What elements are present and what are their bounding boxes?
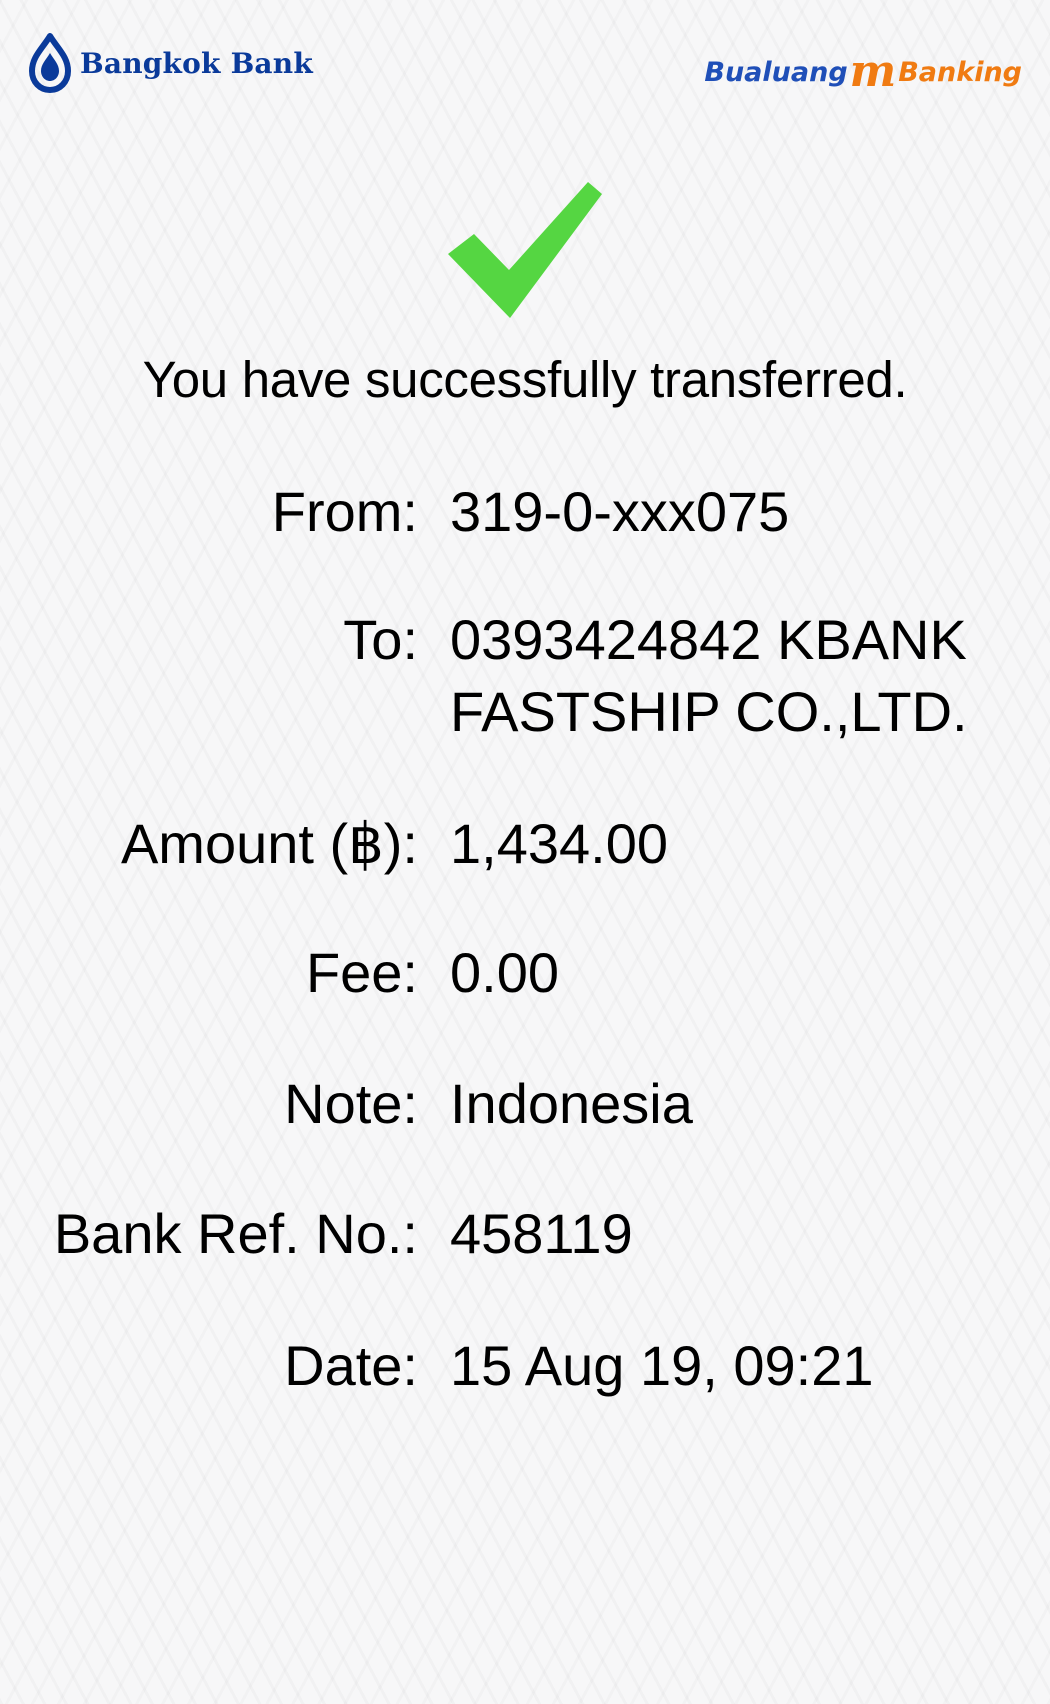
value-note: Indonesia: [450, 1072, 693, 1135]
value-date: 15 Aug 19, 09:21: [450, 1334, 874, 1397]
status-message: You have successfully transferred.: [142, 351, 908, 408]
value-to-line-1: 0393424842 KBANK: [450, 608, 967, 671]
value-to-line-2: FASTSHIP CO.,LTD.: [450, 680, 968, 743]
brand-text-bualuang: Bualuang: [704, 56, 848, 88]
check-icon: [448, 182, 602, 318]
bangkok-bank-logo-icon: [29, 33, 71, 93]
value-bank-ref: 458119: [450, 1202, 633, 1265]
bangkok-bank-logo: Bangkok Bank: [28, 32, 313, 94]
label-to: To:: [343, 608, 418, 671]
label-note: Note:: [284, 1072, 418, 1135]
brand-text-banking: Banking: [898, 56, 1022, 88]
value-from: 319-0-xxx075: [450, 480, 790, 543]
brand-text-m: m: [849, 46, 897, 97]
label-bank-ref: Bank Ref. No.:: [53, 1202, 418, 1265]
label-amount: Amount (฿):: [120, 812, 418, 875]
value-fee: 0.00: [450, 941, 559, 1004]
label-from: From:: [271, 480, 418, 543]
bualuang-mbanking-logo: Bualuang m Banking: [704, 46, 1022, 97]
header: Bangkok Bank Bualuang m Banking: [0, 0, 1050, 120]
bank-name: Bangkok Bank: [80, 46, 313, 80]
label-fee: Fee:: [305, 941, 418, 1004]
label-date: Date:: [284, 1334, 418, 1397]
value-amount: 1,434.00: [450, 812, 668, 875]
